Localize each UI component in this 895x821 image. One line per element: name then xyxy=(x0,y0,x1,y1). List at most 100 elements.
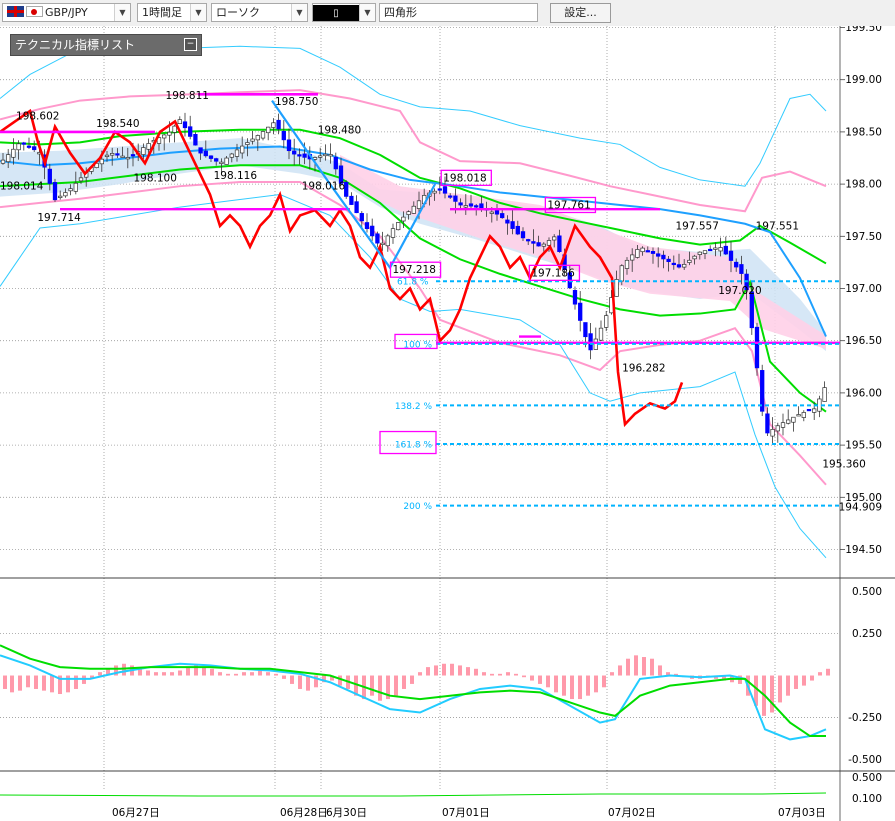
candle-up xyxy=(323,153,328,157)
candle-up xyxy=(640,247,645,253)
timeframe-label: 1時間足 xyxy=(142,6,182,19)
macd-histogram-bar xyxy=(3,675,7,689)
candle-down xyxy=(531,241,536,244)
candle-up xyxy=(713,247,718,250)
collapse-icon[interactable]: − xyxy=(184,38,197,51)
macd-histogram-bar xyxy=(786,675,790,696)
price-label: 197.186 xyxy=(531,267,575,279)
technical-indicator-list[interactable]: テクニカル指標リスト − xyxy=(10,34,202,56)
candle-down xyxy=(458,202,463,206)
macd-histogram-bar xyxy=(826,668,830,676)
macd-histogram-bar xyxy=(34,675,38,689)
macd-histogram-bar xyxy=(458,665,462,676)
macd-histogram-bar xyxy=(394,675,398,696)
candle-up xyxy=(416,200,422,209)
toolbar: GBP/JPY ▼ 1時間足 ▼ ローソク ▼ ▯ ▼ 四角形 設定... xyxy=(0,0,895,27)
axis-tick-label: 198.00 xyxy=(845,179,882,191)
timeframe-select[interactable]: 1時間足 ▼ xyxy=(137,3,207,22)
candle-down xyxy=(474,205,479,208)
fib-label: 138.2 % xyxy=(395,402,433,412)
macd-histogram-bar xyxy=(642,657,646,676)
macd-histogram-bar xyxy=(450,663,454,676)
macd-histogram-bar xyxy=(26,675,30,688)
macd-histogram-bar xyxy=(810,675,814,681)
candle-down xyxy=(650,251,656,254)
macd-histogram-bar xyxy=(50,675,54,693)
candle-down xyxy=(505,219,510,224)
macd-histogram-bar xyxy=(42,675,46,691)
macd-histogram-bar xyxy=(514,673,518,676)
osc-tick-label: 0.250 xyxy=(852,628,882,640)
macd-histogram-bar xyxy=(162,672,166,676)
candle-up xyxy=(104,154,110,157)
candle-down xyxy=(375,233,380,244)
candle-up xyxy=(489,211,494,214)
candle-down xyxy=(468,203,474,207)
candle-up xyxy=(401,216,406,222)
drawing-tool-icon: ▯ xyxy=(313,5,359,21)
drawing-tool-select[interactable]: ▯ ▼ xyxy=(312,3,376,22)
candle-down xyxy=(52,182,58,201)
price-label: 195.360 xyxy=(822,458,865,470)
price-label: 198.018 xyxy=(443,172,486,184)
candle-down xyxy=(292,150,297,155)
candle-up xyxy=(380,242,385,245)
candle-down xyxy=(515,225,520,235)
sub-tick-label: 0.100 xyxy=(852,793,882,805)
candle-down xyxy=(286,139,292,152)
candle-up xyxy=(411,205,416,214)
drawing-tool-name: 四角形 xyxy=(379,3,538,22)
price-label: 198.540 xyxy=(96,118,139,130)
macd-histogram-bar xyxy=(482,672,486,676)
candle-up xyxy=(260,131,266,139)
price-label: 196.282 xyxy=(622,362,665,374)
macd-histogram-bar xyxy=(426,667,430,676)
macd-histogram-bar xyxy=(266,672,270,676)
fib-label: 161.8 % xyxy=(395,441,433,451)
candle-down xyxy=(578,302,583,321)
macd-histogram-bar xyxy=(650,658,654,676)
candle-down xyxy=(520,231,526,239)
macd-histogram-bar xyxy=(434,665,438,676)
chevron-down-icon: ▼ xyxy=(190,4,206,21)
candle-up xyxy=(328,154,333,157)
candle-up xyxy=(406,211,411,215)
osc-tick-label: 0.500 xyxy=(852,586,882,598)
chart-style-select[interactable]: ローソク ▼ xyxy=(211,3,308,22)
settings-button[interactable]: 設定... xyxy=(550,3,611,23)
macd-histogram-bar xyxy=(522,675,526,678)
macd-histogram-bar xyxy=(554,675,558,693)
price-chart[interactable]: 100 %138.2 %161.8 %200 %61.8 % 198.60219… xyxy=(0,26,895,821)
candle-up xyxy=(598,327,604,341)
candle-down xyxy=(276,119,281,130)
candle-up xyxy=(271,122,276,128)
candle-down xyxy=(749,291,754,329)
candle-down xyxy=(739,264,744,274)
candle-up xyxy=(385,235,390,247)
candle-down xyxy=(448,195,453,198)
candle-up xyxy=(99,158,104,165)
uk-flag-icon xyxy=(7,6,24,17)
candle-up xyxy=(240,145,245,154)
candle-up xyxy=(172,125,177,133)
candle-down xyxy=(754,326,760,369)
macd-histogram-bar xyxy=(202,667,206,676)
candle-up xyxy=(390,228,396,238)
candle-up xyxy=(552,236,557,241)
macd-histogram-bar xyxy=(578,675,582,700)
macd-histogram-bar xyxy=(218,672,222,676)
candle-up xyxy=(697,251,702,255)
candle-up xyxy=(786,419,791,424)
price-label: 197.218 xyxy=(392,264,435,276)
candle-up xyxy=(682,263,687,268)
date-label: 07月01日 xyxy=(442,807,490,819)
price-label: 197.020 xyxy=(718,285,761,297)
candle-down xyxy=(728,250,734,261)
date-label: 06月27日 xyxy=(112,807,160,819)
candle-down xyxy=(526,239,531,242)
symbol-select[interactable]: GBP/JPY ▼ xyxy=(2,3,131,22)
macd-histogram-bar xyxy=(626,658,630,676)
candle-up xyxy=(630,254,635,261)
macd-histogram-bar xyxy=(610,672,614,676)
price-label: 198.811 xyxy=(166,90,209,102)
